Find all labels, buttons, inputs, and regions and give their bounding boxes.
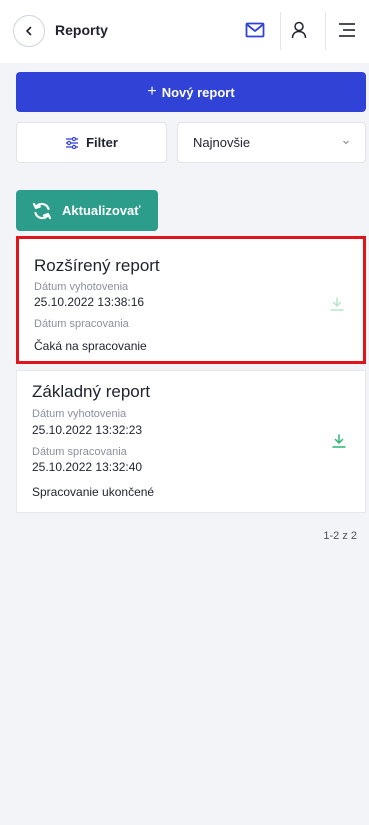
header-divider [280, 12, 281, 50]
download-icon [330, 297, 344, 311]
report-card[interactable]: Rozšírený report Dátum vyhotovenia 25.10… [16, 236, 366, 364]
pagination-info: 1-2 z 2 [323, 530, 357, 542]
new-report-label: Nový report [161, 84, 235, 100]
chevron-left-icon [26, 26, 32, 36]
created-value: 25.10.2022 13:38:16 [34, 295, 145, 309]
processed-label: Dátum spracovania [32, 446, 127, 458]
user-icon [291, 21, 307, 39]
menu-button[interactable] [336, 19, 358, 41]
created-value: 25.10.2022 13:32:23 [32, 423, 143, 437]
mail-button[interactable] [244, 19, 266, 41]
refresh-icon [32, 202, 52, 219]
filter-button[interactable]: Filter [16, 122, 167, 163]
new-report-button[interactable]: + Nový report [16, 72, 366, 112]
refresh-label: Aktualizovať [62, 203, 141, 218]
report-title: Základný report [32, 382, 151, 401]
user-button[interactable] [288, 19, 310, 41]
status-text: Spracovanie ukončené [32, 485, 155, 499]
report-card[interactable]: Základný report Dátum vyhotovenia 25.10.… [16, 370, 366, 513]
created-label: Dátum vyhotovenia [32, 408, 127, 420]
created-label: Dátum vyhotovenia [34, 281, 129, 293]
chevron-down-icon [343, 140, 349, 145]
processed-label: Dátum spracovania [34, 318, 129, 330]
download-icon[interactable] [331, 433, 347, 449]
page-title: Reporty [55, 22, 108, 38]
filter-label: Filter [86, 135, 118, 150]
menu-icon [339, 23, 355, 37]
app-header: Reporty [0, 0, 369, 63]
refresh-button[interactable]: Aktualizovať [16, 190, 158, 231]
sliders-icon [66, 136, 79, 149]
plus-icon: + [147, 83, 157, 100]
sort-select[interactable]: Najnovšie [177, 122, 366, 163]
header-divider [325, 12, 326, 50]
processed-value: 25.10.2022 13:32:40 [32, 460, 143, 474]
back-button[interactable] [13, 15, 45, 47]
status-text: Čaká na spracovanie [34, 339, 147, 353]
mail-icon [245, 22, 265, 38]
sort-value: Najnovšie [193, 135, 251, 150]
report-title: Rozšírený report [34, 256, 160, 275]
